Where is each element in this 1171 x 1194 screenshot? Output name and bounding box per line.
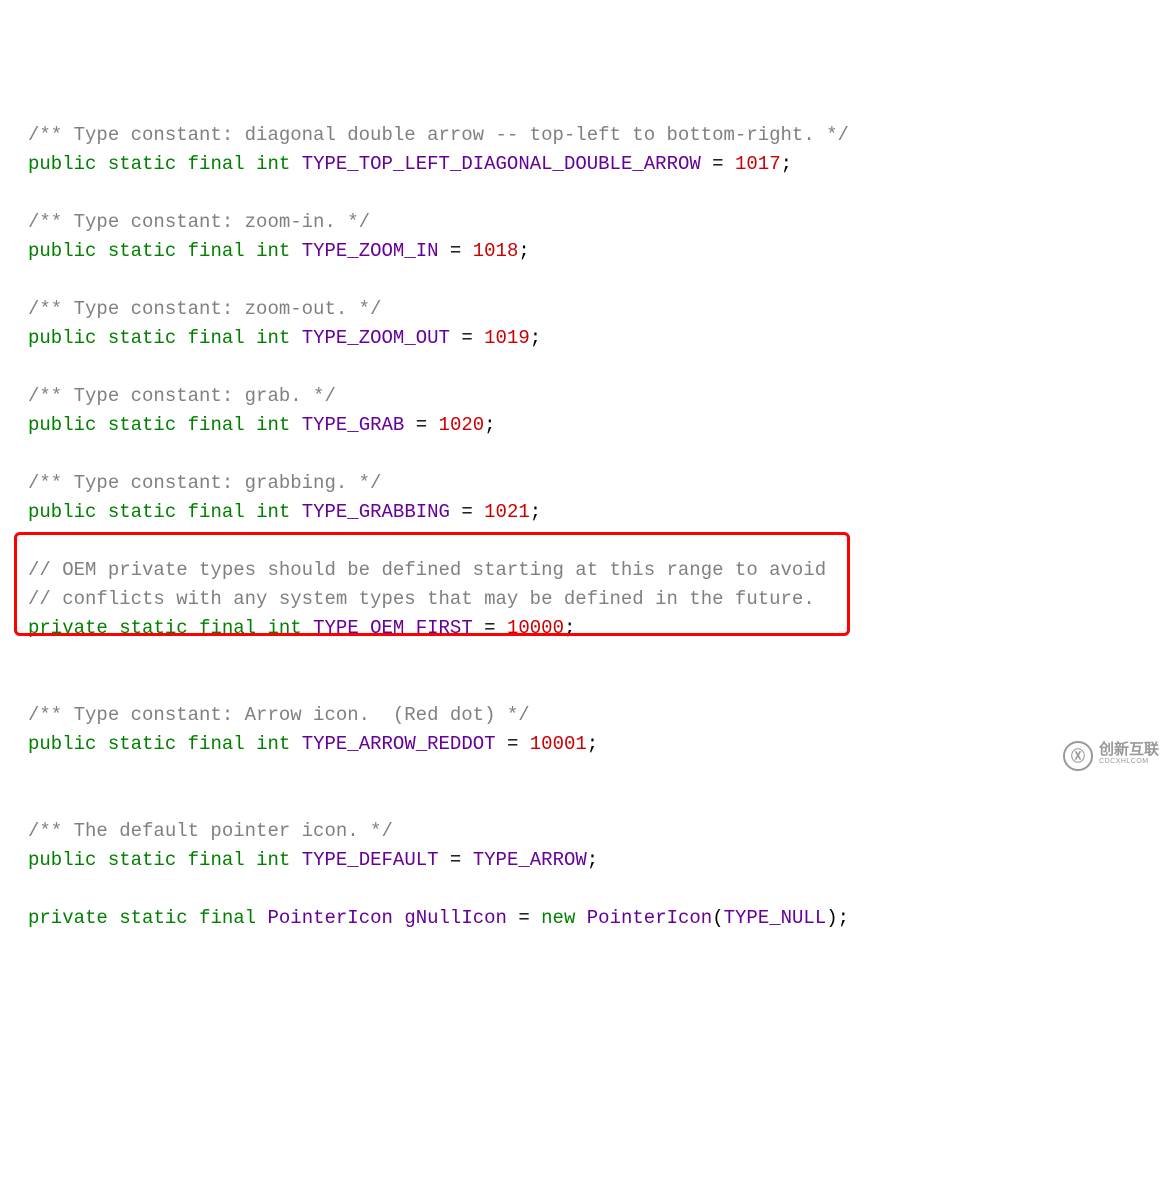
value-1019: 1019 (484, 327, 530, 349)
keyword-public: public (28, 153, 96, 175)
keyword-static: static (108, 327, 176, 349)
keyword-final: final (188, 733, 245, 755)
keyword-int: int (256, 849, 290, 871)
equals-sign: = (439, 849, 473, 871)
equals-sign: = (507, 907, 541, 929)
semicolon: ; (587, 849, 598, 871)
keyword-public: public (28, 501, 96, 523)
watermark-main-text: 创新互联 (1099, 744, 1159, 756)
keyword-static: static (108, 153, 176, 175)
const-grab: TYPE_GRAB (302, 414, 405, 436)
keyword-public: public (28, 849, 96, 871)
const-top-left-diag: TYPE_TOP_LEFT_DIAGONAL_DOUBLE_ARROW (302, 153, 701, 175)
keyword-final: final (188, 153, 245, 175)
equals-sign: = (473, 617, 507, 639)
comment-default-pointer: /** The default pointer icon. */ (28, 820, 393, 842)
const-oem-first: TYPE_OEM_FIRST (313, 617, 473, 639)
semicolon: ; (518, 240, 529, 262)
keyword-int: int (256, 414, 290, 436)
keyword-static: static (108, 240, 176, 262)
keyword-int: int (256, 327, 290, 349)
keyword-static: static (108, 501, 176, 523)
comment-oem-line2: // conflicts with any system types that … (28, 588, 815, 610)
keyword-static: static (119, 907, 187, 929)
keyword-final: final (199, 617, 256, 639)
equals-sign: = (450, 501, 484, 523)
value-1020: 1020 (439, 414, 485, 436)
keyword-public: public (28, 240, 96, 262)
value-1021: 1021 (484, 501, 530, 523)
keyword-final: final (199, 907, 256, 929)
keyword-final: final (188, 240, 245, 262)
comment-oem-line1: // OEM private types should be defined s… (28, 559, 826, 581)
comment-grabbing: /** Type constant: grabbing. */ (28, 472, 381, 494)
const-arrow-reddot: TYPE_ARROW_REDDOT (302, 733, 496, 755)
value-10000: 10000 (507, 617, 564, 639)
const-zoom-out: TYPE_ZOOM_OUT (302, 327, 450, 349)
keyword-static: static (119, 617, 187, 639)
const-type-default: TYPE_DEFAULT (302, 849, 439, 871)
semicolon: ; (838, 907, 849, 929)
keyword-final: final (188, 849, 245, 871)
watermark: Ⓧ 创新互联 CDCXHLCOM (1063, 741, 1159, 771)
semicolon: ; (587, 733, 598, 755)
keyword-public: public (28, 733, 96, 755)
semicolon: ; (564, 617, 575, 639)
equals-sign: = (404, 414, 438, 436)
equals-sign: = (496, 733, 530, 755)
keyword-new: new (541, 907, 575, 929)
comment-zoom-out: /** Type constant: zoom-out. */ (28, 298, 381, 320)
const-grabbing: TYPE_GRABBING (302, 501, 450, 523)
equals-sign: = (439, 240, 473, 262)
semicolon: ; (484, 414, 495, 436)
semicolon: ; (530, 327, 541, 349)
const-type-null: TYPE_NULL (724, 907, 827, 929)
semicolon: ; (781, 153, 792, 175)
semicolon: ; (530, 501, 541, 523)
keyword-final: final (188, 327, 245, 349)
keyword-public: public (28, 327, 96, 349)
watermark-logo-icon: Ⓧ (1063, 741, 1093, 771)
keyword-int: int (256, 501, 290, 523)
keyword-int: int (256, 733, 290, 755)
keyword-final: final (188, 414, 245, 436)
keyword-final: final (188, 501, 245, 523)
keyword-static: static (108, 733, 176, 755)
keyword-static: static (108, 414, 176, 436)
equals-sign: = (450, 327, 484, 349)
comment-diag-arrow: /** Type constant: diagonal double arrow… (28, 124, 849, 146)
rparen: ) (826, 907, 837, 929)
const-zoom-in: TYPE_ZOOM_IN (302, 240, 439, 262)
type-pointericon: PointerIcon (267, 907, 392, 929)
keyword-int: int (256, 153, 290, 175)
keyword-private: private (28, 617, 108, 639)
keyword-private: private (28, 907, 108, 929)
keyword-int: int (267, 617, 301, 639)
comment-zoom-in: /** Type constant: zoom-in. */ (28, 211, 370, 233)
value-1018: 1018 (473, 240, 519, 262)
comment-grab: /** Type constant: grab. */ (28, 385, 336, 407)
value-10001: 10001 (530, 733, 587, 755)
ctor-pointericon: PointerIcon (587, 907, 712, 929)
keyword-static: static (108, 849, 176, 871)
lparen: ( (712, 907, 723, 929)
keyword-public: public (28, 414, 96, 436)
comment-reddot: /** Type constant: Arrow icon. (Red dot)… (28, 704, 530, 726)
keyword-int: int (256, 240, 290, 262)
var-gnullicon: gNullIcon (404, 907, 507, 929)
const-type-arrow: TYPE_ARROW (473, 849, 587, 871)
code-block: /** Type constant: diagonal double arrow… (0, 121, 1171, 933)
value-1017: 1017 (735, 153, 781, 175)
equals-sign: = (701, 153, 735, 175)
